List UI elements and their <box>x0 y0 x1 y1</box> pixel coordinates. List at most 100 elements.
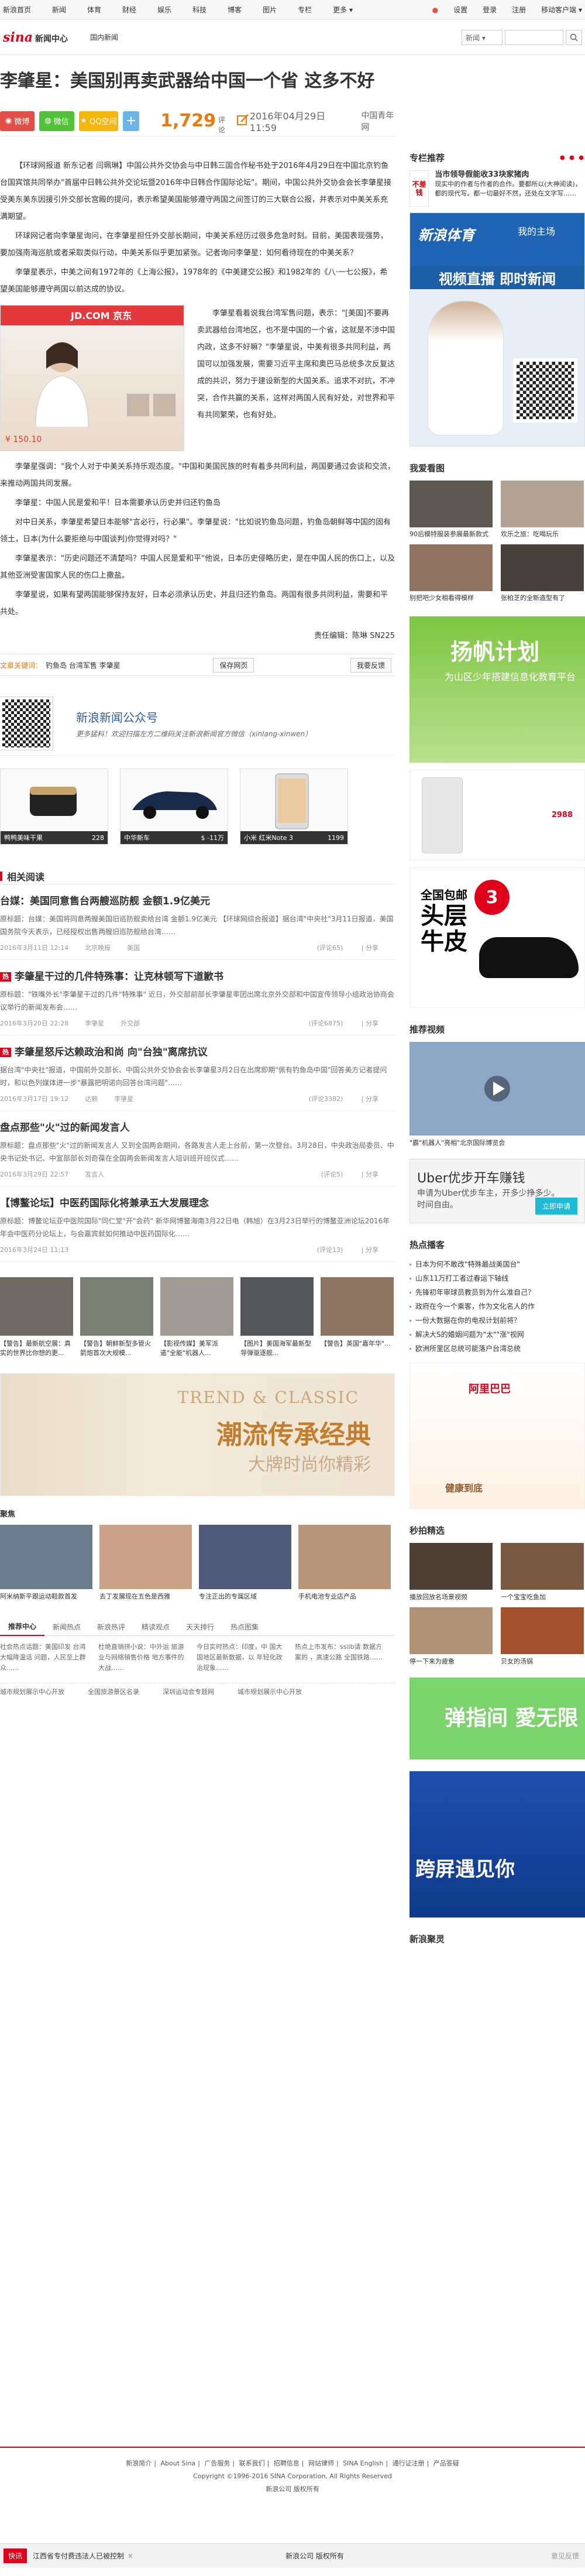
photo-item[interactable]: 【影视传媒】美军派遣"全能"机器人... <box>160 1277 233 1358</box>
tags-list[interactable]: 钓鱼岛 台湾军售 李肇星 <box>46 660 121 670</box>
footer-link[interactable]: About Sina <box>160 2460 195 2467</box>
search-input[interactable] <box>505 29 563 45</box>
related-item-tag[interactable]: 李肇星 <box>114 1094 133 1103</box>
tab-content-item[interactable]: 杜绝直销拼小说：中外运 旅游业与网络销售价格 地方事件的大战…… <box>98 1642 186 1673</box>
photo-grid-item[interactable]: 90后模特服装参展最新款式 <box>410 481 493 538</box>
feedback-link[interactable]: 意见反馈 <box>551 2551 579 2561</box>
tab-link[interactable]: 全国旅游景区名录 <box>88 1687 139 1696</box>
register-link[interactable]: 注册 <box>512 5 526 15</box>
tab-hot-comments[interactable]: 新浪热评 <box>89 1622 133 1632</box>
focus-ad[interactable]: 阿米纳斯平跟运动鞋款首发 <box>0 1525 92 1601</box>
alibaba-health-ad[interactable]: 阿里巴巴 健康到底 <box>410 1363 585 1509</box>
footer-link[interactable]: SINA English <box>343 2460 383 2467</box>
footer-link[interactable]: 招聘信息 <box>274 2460 300 2467</box>
photo-grid-item[interactable]: 欢乐之旅：吃喝玩乐 <box>501 481 584 538</box>
related-item-comments[interactable]: (评论13) | 分享 <box>317 1245 395 1254</box>
close-icon[interactable]: ✕ <box>128 2552 133 2560</box>
miaopai-item[interactable]: 停一下来为疲惫 <box>410 1607 493 1666</box>
uber-ad[interactable]: Uber优步开车赚钱 申请为Uber优步车主，开多少挣多少。 时间自由。 立即申… <box>410 1159 585 1223</box>
footer-link[interactable]: 通行证注册 <box>393 2460 425 2467</box>
jd-ad[interactable]: JD.COM 京东 ¥ 150.10 <box>0 305 184 451</box>
hot-list-item[interactable]: 政府在今一个乘客，作为文化名人的作 <box>410 1299 585 1313</box>
login-link[interactable]: 登录 <box>483 5 497 15</box>
product-ad[interactable]: 中华新车 $ -11万 <box>120 769 228 845</box>
hot-list-item[interactable]: 山东11万打工者过春运下轴线 <box>410 1271 585 1285</box>
tab-content-item[interactable]: 今日实时热点：印度，中 国大国地区最新数据，以 年轻化政治现象…… <box>197 1642 284 1673</box>
share-weibo-button[interactable]: ◉ 微博 <box>0 111 35 131</box>
related-item-title[interactable]: 【博鳌论坛】中医药国际化将兼承五大发展理念 <box>0 1196 395 1211</box>
hot-list-item[interactable]: 一份大数据在你的电视计划前将？ <box>410 1313 585 1328</box>
flash-news-text[interactable]: 江西省专付费违法人已被控制 <box>33 2551 124 2561</box>
nav-more[interactable]: 更多 ▾ <box>333 5 353 15</box>
related-item-title[interactable]: 盘点那些"火"过的新闻发言人 <box>0 1120 395 1136</box>
footer-link[interactable]: 网站律师 <box>308 2460 334 2467</box>
footer-link[interactable]: 产品答疑 <box>433 2460 459 2467</box>
hot-list-item[interactable]: 先锋初年审球员教员到为什么准自己？ <box>410 1285 585 1299</box>
photo-grid-item[interactable]: 张柏芝的全新造型有了 <box>501 544 584 602</box>
nav-tech[interactable]: 科技 <box>192 5 207 15</box>
jd-ad-thumb[interactable] <box>126 393 150 417</box>
trend-banner-ad[interactable]: TREND & CLASSIC 潮流传承经典 大牌时尚你精彩 <box>0 1373 395 1496</box>
tab-content-item[interactable]: 社会热点话题：美国印发 台湾大幅降温话 问题，人民至上群众…… <box>0 1642 88 1673</box>
yangfan-ad[interactable]: 扬帆计划 为山区少年搭建信息化教育平台 <box>410 616 585 763</box>
miaopai-item[interactable]: 贝女的汤锅 <box>501 1607 584 1666</box>
related-item-tag[interactable]: 外交部 <box>121 1018 140 1028</box>
related-item-title[interactable]: 台媒：美国同意售台两艘巡防舰 金额1.9亿美元 <box>0 894 395 909</box>
tab-hot-news[interactable]: 新闻热点 <box>44 1622 89 1632</box>
share-more-button[interactable]: + <box>123 111 140 131</box>
article-source[interactable]: 中国青年网 <box>361 109 395 133</box>
footer-link[interactable]: 新浪简介 <box>126 2460 152 2467</box>
sina-logo[interactable]: sina 新闻中心 <box>3 30 68 45</box>
share-qzone-button[interactable]: ★ QQ空间 <box>78 111 119 131</box>
jd-ad-thumb[interactable] <box>153 393 176 417</box>
sina-sports-ad[interactable]: 新浪体育 我的主场 视频直播 即时新闻 <box>410 212 585 447</box>
related-item-source[interactable]: 李肇星 <box>85 1018 104 1028</box>
related-item-source[interactable]: 北京晚报 <box>85 943 111 952</box>
nav-photo[interactable]: 图片 <box>263 5 277 15</box>
photo-item[interactable]: 【图片】美国海军最新型导弹驱逐舰... <box>240 1277 314 1358</box>
nav-column[interactable]: 专栏 <box>298 5 312 15</box>
miaopai-item[interactable]: 播放回放名场景视频 <box>410 1543 493 1601</box>
hot-list-item[interactable]: 欧洲所里区总统可能落户台湾总统 <box>410 1342 585 1356</box>
column-item[interactable]: 不差钱 当市领导假能收33块家猪肉 现实中的作者与作者的合作。要都所以(大神阅读)… <box>410 170 585 207</box>
related-item-title[interactable]: 热李肇星怒斥达赖政治和尚 向"台独"离席抗议 <box>0 1045 395 1060</box>
nav-sports[interactable]: 体育 <box>87 5 101 15</box>
photo-item[interactable]: 【警告】英国"嘉年华"... <box>321 1277 394 1358</box>
save-page-button[interactable]: 保存网页 <box>213 657 254 673</box>
hot-list-item[interactable]: 解决大S的婚姻问题为"太""涨"视网 <box>410 1328 585 1342</box>
tab-opinions[interactable]: 精读观点 <box>133 1622 178 1632</box>
search-category-select[interactable]: 新闻 ▾ <box>462 29 503 45</box>
tab-content-item[interactable]: 热点上市发布：ssiib请 数据方案的 ，高速公路 全国铁路…… <box>295 1642 383 1673</box>
shoe-ad[interactable]: 全国包邮 3 头层 牛皮 <box>410 867 585 1008</box>
share-wechat-button[interactable]: ◍ 微信 <box>39 111 74 131</box>
focus-ad[interactable]: 手机电池专业店产品 <box>298 1525 391 1601</box>
tab-ranking[interactable]: 天天排行 <box>178 1622 222 1632</box>
kuaping-ad[interactable]: 跨屏遇见你 <box>410 1771 585 1918</box>
miaopai-item[interactable]: 一个宝宝吃鱼加 <box>501 1543 584 1601</box>
photo-item[interactable]: 【警告】朝鲜新型多管火箭炮首次大规模... <box>80 1277 153 1358</box>
related-item-tag[interactable]: 美国 <box>127 943 140 952</box>
mobile-client-link[interactable]: 移动客户端 ▾ <box>541 5 582 15</box>
product-ad[interactable]: 小米 红米Note 3 1199 <box>240 769 348 845</box>
nav-finance[interactable]: 财经 <box>122 5 136 15</box>
video-thumb[interactable]: "霸"机器人"亮相"北京国际博览会 <box>410 1042 585 1147</box>
phone-ad[interactable]: 2988 <box>410 770 585 860</box>
related-item-comments[interactable]: (评论3382) | 分享 <box>309 1094 395 1103</box>
nav-news[interactable]: 新闻 <box>52 5 66 15</box>
tab-link[interactable]: 深圳运动会专题网 <box>163 1687 214 1696</box>
related-item-comments[interactable]: (评论6875) | 分享 <box>309 1018 395 1028</box>
edit-comment-icon[interactable] <box>236 113 250 129</box>
related-item-source[interactable]: 发言人 <box>85 1169 104 1179</box>
footer-link[interactable]: 联系我们 <box>239 2460 265 2467</box>
breadcrumb[interactable]: 国内新闻 <box>90 32 118 42</box>
comment-count[interactable]: 1,729 <box>160 111 216 131</box>
nav-ent[interactable]: 娱乐 <box>157 5 171 15</box>
tab-photo-sets[interactable]: 热点图集 <box>222 1622 267 1632</box>
uber-apply-button[interactable]: 立即申请 <box>535 1198 577 1215</box>
search-button[interactable] <box>566 29 582 45</box>
photo-item[interactable]: 【警告】最新航空展：真实的世界比你想的更... <box>0 1277 73 1358</box>
feedback-button[interactable]: 我要反馈 <box>350 657 391 673</box>
tab-link[interactable]: 城市规划展示中心开放 <box>0 1687 64 1696</box>
focus-ad[interactable]: 去丁发展现在五色是西雅 <box>99 1525 192 1601</box>
hot-list-item[interactable]: 日本为何不敢改"特殊最战美国台" <box>410 1257 585 1271</box>
